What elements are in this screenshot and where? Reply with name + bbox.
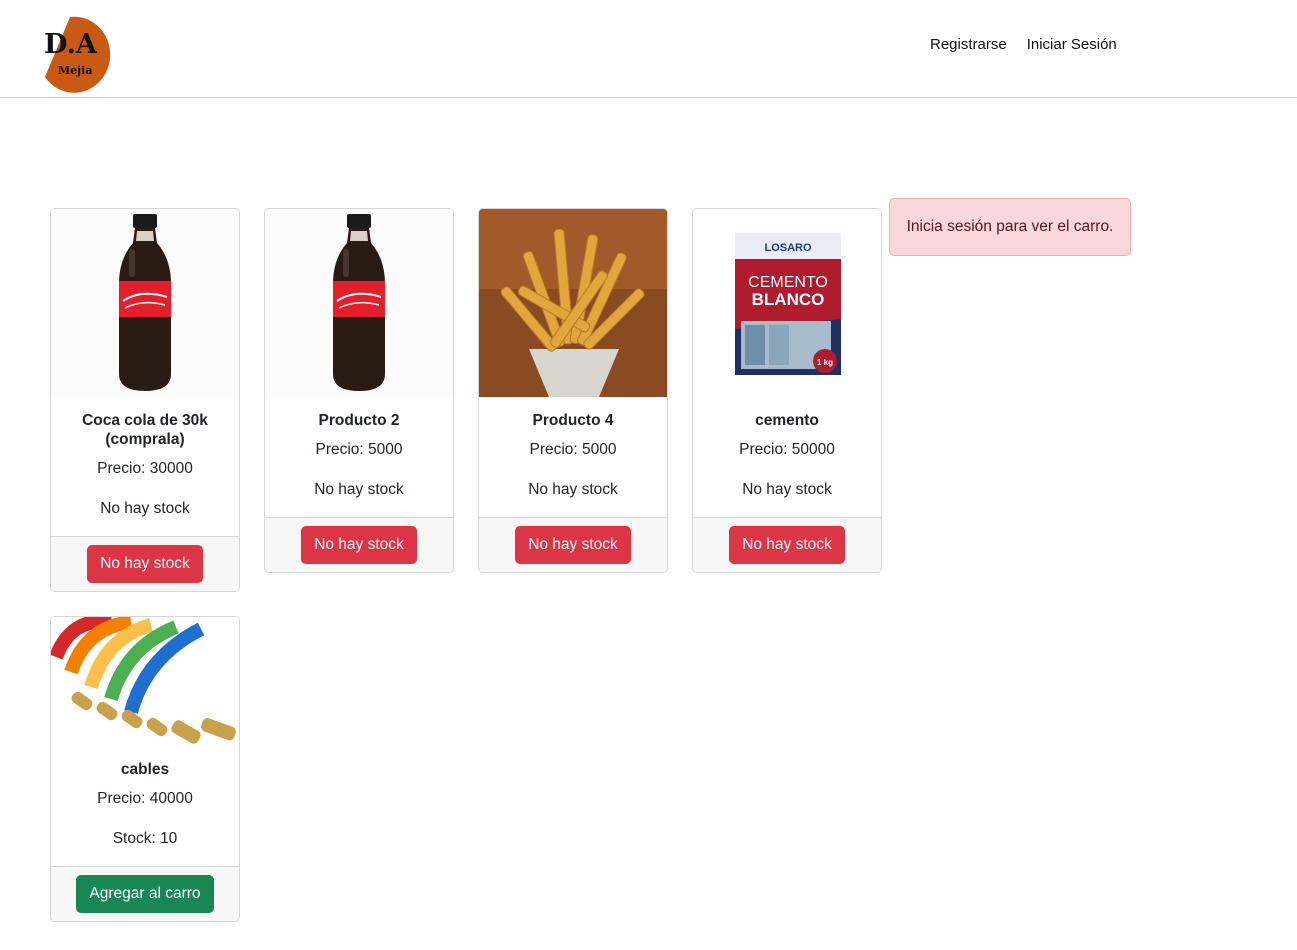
cables-icon — [51, 617, 239, 750]
product-price: Precio: 30000 — [97, 460, 193, 477]
product-price: Precio: 50000 — [739, 441, 835, 458]
product-card: LOSARO CEMENTO BLANCO 1 kg cemento Preci… — [692, 208, 882, 573]
add-to-cart-button[interactable]: Agregar al carro — [76, 875, 214, 913]
cement-line2-text: BLANCO — [752, 290, 825, 309]
cement-brand-text: LOSARO — [764, 242, 812, 254]
product-stock: No hay stock — [100, 500, 190, 517]
cement-weight-text: 1 kg — [817, 358, 833, 367]
navbar: D.A Mejia Registrarse Iniciar Sesión — [0, 0, 1297, 98]
card-body: Producto 2 Precio: 5000 No hay stock — [265, 397, 453, 517]
product-title: Producto 4 — [532, 412, 614, 429]
product-stock: No hay stock — [314, 481, 404, 498]
product-card: cables Precio: 40000 Stock: 10 Agregar a… — [50, 616, 240, 922]
product-stock: No hay stock — [528, 481, 618, 498]
product-image-cement: LOSARO CEMENTO BLANCO 1 kg — [693, 209, 881, 397]
no-stock-button[interactable]: No hay stock — [515, 526, 631, 564]
product-stock: No hay stock — [742, 481, 832, 498]
cement-bag-icon: LOSARO CEMENTO BLANCO 1 kg — [693, 209, 881, 397]
product-image-coca-cola — [265, 209, 453, 397]
product-title: Producto 2 — [318, 412, 400, 429]
no-stock-button[interactable]: No hay stock — [301, 526, 417, 564]
no-stock-button[interactable]: No hay stock — [729, 526, 845, 564]
product-stock: Stock: 10 — [112, 830, 178, 847]
login-link[interactable]: Iniciar Sesión — [1027, 36, 1117, 53]
french-fries-icon — [479, 209, 667, 397]
card-footer: Agregar al carro — [51, 866, 239, 921]
product-card: Coca cola de 30k (comprala) Precio: 3000… — [50, 208, 240, 592]
nav-links: Registrarse Iniciar Sesión — [930, 36, 1117, 53]
brand-logo[interactable]: D.A Mejia — [40, 15, 114, 93]
card-footer: No hay stock — [479, 517, 667, 572]
product-price: Precio: 5000 — [315, 441, 403, 458]
cement-line1-text: CEMENTO — [748, 274, 828, 291]
product-card: Producto 2 Precio: 5000 No hay stock No … — [264, 208, 454, 573]
card-body: Producto 4 Precio: 5000 No hay stock — [479, 397, 667, 517]
register-link[interactable]: Registrarse — [930, 36, 1007, 53]
product-image-coca-cola — [51, 209, 239, 397]
login-alert: Inicia sesión para ver el carro. — [889, 198, 1131, 256]
card-footer: No hay stock — [51, 536, 239, 591]
card-body: cemento Precio: 50000 No hay stock — [693, 397, 881, 517]
card-body: Coca cola de 30k (comprala) Precio: 3000… — [51, 397, 239, 536]
product-title: cables — [120, 761, 170, 778]
coca-cola-bottle-icon — [265, 209, 453, 397]
product-price: Precio: 40000 — [97, 790, 193, 807]
logo-text: D.A — [44, 29, 97, 60]
card-body: cables Precio: 40000 Stock: 10 — [51, 750, 239, 866]
coca-cola-bottle-icon — [51, 209, 239, 397]
card-footer: No hay stock — [693, 517, 881, 572]
product-title: Coca cola de 30k (comprala) — [82, 412, 208, 448]
no-stock-button[interactable]: No hay stock — [87, 545, 203, 583]
product-title: cemento — [755, 412, 819, 429]
card-footer: No hay stock — [265, 517, 453, 572]
product-image-fries — [479, 209, 667, 397]
product-image-cables — [51, 617, 239, 750]
product-card: Producto 4 Precio: 5000 No hay stock No … — [478, 208, 668, 573]
product-price: Precio: 5000 — [529, 441, 617, 458]
logo-subtext: Mejia — [58, 64, 93, 77]
